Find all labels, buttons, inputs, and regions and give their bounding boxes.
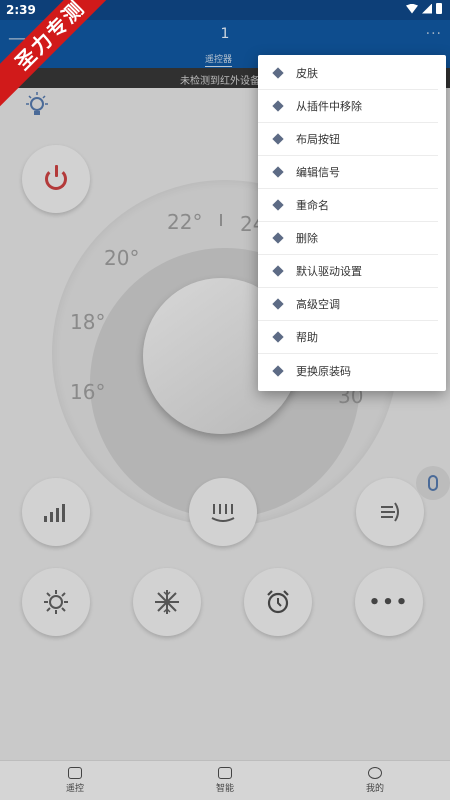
swing-icon — [381, 502, 399, 522]
nav-item-smart[interactable]: 智能 — [150, 761, 300, 800]
menu-item-label: 默认驱动设置 — [296, 265, 362, 278]
more-menu-icon[interactable]: ··· — [426, 26, 442, 42]
diamond-bullet-icon — [272, 265, 284, 277]
airflow-icon — [211, 504, 235, 522]
temp-label-22: 22° — [167, 210, 203, 234]
signal-bars-icon — [44, 504, 65, 522]
swing-button[interactable] — [356, 478, 424, 546]
dial-tick — [220, 214, 222, 226]
diamond-bullet-icon — [272, 100, 284, 112]
menu-item-label: 编辑信号 — [296, 166, 340, 179]
bottom-nav: 遥控 智能 我的 — [0, 760, 450, 800]
diamond-bullet-icon — [272, 166, 284, 178]
menu-item-delete[interactable]: 删除 — [258, 222, 438, 255]
smart-icon — [218, 767, 232, 779]
timer-button[interactable] — [244, 568, 312, 636]
diamond-bullet-icon — [272, 67, 284, 79]
ir-notice-text: 未检测到红外设备 — [180, 76, 260, 87]
battery-icon — [436, 3, 442, 14]
menu-item-edit-signal[interactable]: 编辑信号 — [258, 156, 438, 189]
microphone-icon — [428, 475, 438, 491]
diamond-bullet-icon — [272, 298, 284, 310]
more-dots-icon: ••• — [368, 591, 410, 613]
diamond-bullet-icon — [272, 133, 284, 145]
snowflake-icon — [155, 590, 179, 614]
menu-item-help[interactable]: 帮助 — [258, 321, 438, 354]
alarm-clock-icon — [267, 590, 289, 614]
menu-item-advanced-ac[interactable]: 高级空调 — [258, 288, 438, 321]
menu-item-skin[interactable]: 皮肤 — [258, 57, 438, 90]
nav-label-remote: 遥控 — [65, 784, 84, 794]
menu-item-replace-original-code[interactable]: 更换原装码 — [258, 354, 438, 387]
power-button[interactable] — [22, 145, 90, 213]
cool-mode-button[interactable] — [133, 568, 201, 636]
temp-label-20: 20° — [104, 246, 140, 270]
menu-item-layout-buttons[interactable]: 布局按钮 — [258, 123, 438, 156]
tab-remote[interactable]: 遥控器 — [205, 52, 233, 67]
status-time: 2:39 — [6, 3, 36, 17]
nav-label-smart: 智能 — [215, 784, 234, 794]
menu-item-label: 帮助 — [296, 331, 318, 344]
menu-item-label: 删除 — [296, 232, 318, 245]
menu-item-label: 从插件中移除 — [296, 100, 362, 113]
temp-label-16: 16° — [70, 380, 106, 404]
menu-item-label: 高级空调 — [296, 298, 340, 311]
airflow-button[interactable] — [189, 478, 257, 546]
overflow-menu: 皮肤 从插件中移除 布局按钮 编辑信号 重命名 删除 默认驱动设置 高级空调 帮… — [258, 55, 446, 391]
menu-item-label: 更换原装码 — [296, 364, 351, 378]
more-functions-button[interactable]: ••• — [355, 568, 423, 636]
menu-item-label: 重命名 — [296, 199, 329, 212]
nav-label-profile: 我的 — [365, 784, 384, 794]
diamond-bullet-icon — [272, 232, 284, 244]
nav-item-remote[interactable]: 遥控 — [0, 761, 150, 800]
remote-icon — [68, 767, 82, 779]
nav-item-profile[interactable]: 我的 — [300, 761, 450, 800]
voice-button[interactable] — [416, 466, 450, 500]
temp-label-18: 18° — [70, 310, 106, 334]
fan-speed-button[interactable] — [22, 478, 90, 546]
menu-item-rename[interactable]: 重命名 — [258, 189, 438, 222]
menu-item-remove-from-plugin[interactable]: 从插件中移除 — [258, 90, 438, 123]
lightbulb-icon — [26, 92, 48, 115]
profile-icon — [368, 767, 382, 779]
power-icon — [45, 165, 67, 190]
menu-item-default-driver[interactable]: 默认驱动设置 — [258, 255, 438, 288]
menu-item-label: 皮肤 — [296, 67, 318, 80]
status-icons — [406, 3, 442, 14]
wifi-icon — [406, 3, 418, 14]
heat-mode-button[interactable] — [22, 568, 90, 636]
cell-signal-icon — [422, 3, 432, 14]
sun-icon — [44, 590, 68, 614]
diamond-bullet-icon — [272, 331, 284, 343]
diamond-bullet-icon — [272, 199, 284, 211]
menu-item-label: 布局按钮 — [296, 133, 340, 146]
diamond-bullet-icon — [272, 364, 284, 377]
